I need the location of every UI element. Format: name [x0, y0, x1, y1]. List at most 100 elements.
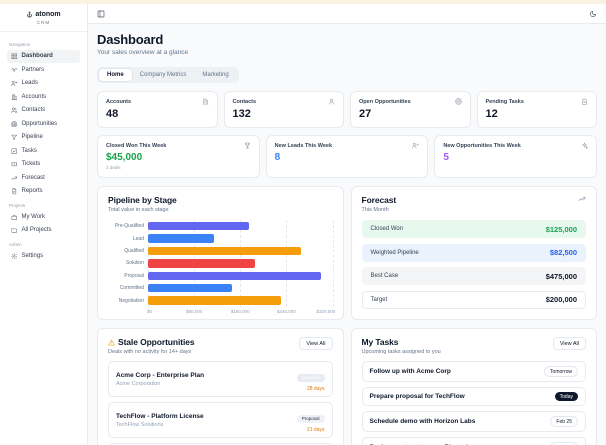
stat-value: 8: [274, 152, 281, 163]
logo: atonom CRM: [0, 4, 87, 32]
forecast-subtitle: This Month: [361, 207, 389, 213]
trophy-icon: [244, 142, 251, 149]
tab-company-metrics[interactable]: Company Metrics: [132, 69, 195, 81]
due-badge: Tomorrow: [544, 366, 578, 377]
stat-value: 12: [485, 108, 498, 120]
chart-x-tick: $0: [146, 308, 153, 314]
task-item-prepare-proposal[interactable]: Prepare proposal for TechFlow Today: [361, 387, 586, 406]
pipeline-chart-subtitle: Total value in each stage: [108, 207, 169, 213]
tab-marketing[interactable]: Marketing: [194, 69, 236, 81]
stat-label: Contacts: [232, 98, 257, 105]
forecast-title: Forecast: [361, 195, 397, 205]
chart-category-label: Qualified: [124, 247, 144, 254]
stale-days: 21 days: [306, 427, 325, 433]
stale-item-acme[interactable]: Acme Corp - Enterprise Plan Acme Corpora…: [108, 361, 333, 397]
square-check-icon: [11, 148, 18, 155]
stale-title: Stale Opportunities: [118, 337, 195, 347]
chart-line-icon: [11, 175, 18, 182]
chart-category-label: Committed: [119, 285, 144, 292]
pipeline-bar-negotiation: [148, 296, 281, 305]
sidebar-item-label: Opportunities: [21, 120, 58, 127]
task-item-review-contract[interactable]: Review contract terms - Pinnacle Feb 27: [361, 437, 586, 445]
sidebar-item-opportunities[interactable]: Opportunities: [7, 118, 80, 131]
forecast-row-weighted-pipeline: Weighted Pipeline $82,500: [361, 243, 586, 262]
task-item-follow-up[interactable]: Follow up with Acme Corp Tomorrow: [361, 361, 586, 382]
sidebar-item-leads[interactable]: Leads: [7, 77, 80, 90]
tab-home[interactable]: Home: [99, 69, 132, 81]
stat-card-new-leads-week: New Leads This Week 8: [265, 135, 429, 178]
topbar: [88, 4, 606, 24]
sidebar-item-label: Tickets: [21, 161, 41, 168]
sidebar-item-all-projects[interactable]: All Projects: [7, 224, 80, 237]
tasks-subtitle: Upcoming tasks assigned to you: [361, 349, 441, 355]
task-item-schedule-demo[interactable]: Schedule demo with Horizon Labs Feb 25: [361, 411, 586, 432]
sidebar-item-label: Reports: [21, 188, 43, 195]
tasks-title: My Tasks: [361, 337, 399, 347]
target-icon: [11, 120, 18, 128]
stale-item-techflow[interactable]: TechFlow - Platform License TechFlow Sol…: [108, 402, 333, 438]
deal-title: Acme Corp - Enterprise Plan: [116, 371, 205, 379]
sidebar-item-label: Settings: [21, 252, 44, 259]
tasks-view-all-button[interactable]: View All: [552, 337, 586, 350]
stat-label: Pending Tasks: [485, 98, 524, 105]
sidebar-section-navigation: Navigation: [9, 42, 31, 47]
sidebar-item-tasks[interactable]: Tasks: [7, 145, 80, 158]
pipeline-bar-qualified: [148, 246, 301, 256]
pipeline-bar-committed: [148, 283, 232, 293]
alert-triangle-icon: [108, 339, 115, 346]
forecast-row-value: $200,000: [545, 295, 577, 304]
chart-category-label: Pre-Qualified: [114, 223, 144, 230]
sidebar-item-my-work[interactable]: My Work: [7, 211, 80, 224]
theme-toggle-moon-icon[interactable]: [589, 10, 597, 18]
sidebar-item-partners[interactable]: Partners: [7, 64, 80, 77]
sidebar-item-pipeline[interactable]: Pipeline: [7, 131, 80, 144]
forecast-row-label: Best Case: [370, 273, 399, 279]
sidebar-item-reports[interactable]: Reports: [7, 185, 80, 198]
sidebar-item-label: Partners: [21, 66, 45, 73]
sidebar-item-settings[interactable]: Settings: [7, 250, 80, 263]
chart-x-tick: $320,000: [316, 308, 336, 314]
sidebar-section-admin: Admin: [9, 241, 22, 247]
file-text-icon: [11, 188, 18, 195]
sidebar-item-dashboard[interactable]: Dashboard: [7, 50, 80, 63]
stat-card-contacts: Contacts 132: [223, 91, 344, 128]
sidebar-section-projects: Projects: [9, 202, 26, 208]
stat-card-closed-won-week: Closed Won This Week $45,000 3 deals: [97, 135, 260, 178]
logo-icon: [26, 11, 33, 18]
sidebar: atonom CRM Navigation Dashboard Partners…: [0, 4, 88, 445]
sidebar-item-tickets[interactable]: Tickets: [7, 158, 80, 171]
stale-view-all-button[interactable]: View All: [299, 337, 333, 350]
forecast-row-label: Target: [370, 296, 388, 303]
sidebar-item-forecast[interactable]: Forecast: [7, 172, 80, 185]
chart-category-label: Solution: [125, 260, 144, 267]
page-subtitle: Your sales overview at a glance: [97, 49, 189, 56]
sidebar-item-label: My Work: [21, 213, 46, 220]
pipeline-bar-solution: [148, 259, 255, 268]
stage-badge: Proposal: [296, 414, 325, 423]
sidebar-item-label: Pipeline: [21, 134, 43, 141]
forecast-row-label: Closed Won: [370, 226, 404, 232]
dashboard-content: Dashboard Your sales overview at a glanc…: [88, 24, 606, 445]
chart-category-label: Negotiation: [118, 297, 144, 304]
page-title: Dashboard: [97, 32, 164, 47]
target-icon: [454, 98, 462, 105]
sidebar-item-accounts[interactable]: Accounts: [7, 91, 80, 104]
sidebar-item-contacts[interactable]: Contacts: [7, 104, 80, 117]
funnel-icon: [11, 134, 18, 141]
logo-subtext: CRM: [36, 20, 51, 25]
handshake-icon: [11, 67, 18, 74]
pipeline-bar-chart: Pre-Qualified Lead Qualified Solution Propos…: [108, 220, 336, 316]
task-title: Prepare proposal for TechFlow: [369, 393, 465, 400]
my-tasks-panel: My Tasks Upcoming tasks assigned to you …: [350, 328, 597, 445]
stat-value: 27: [359, 108, 372, 120]
forecast-row-closed-won: Closed Won $125,000: [361, 220, 586, 238]
stat-card-open-opportunities: Open Opportunities 27: [350, 91, 471, 128]
deal-company: Acme Corporation: [116, 380, 161, 387]
stat-card-new-opportunities-week: New Opportunities This Week 5: [434, 135, 597, 178]
stale-opportunities-panel: Stale Opportunities Deals with no activi…: [97, 328, 344, 445]
sidebar-toggle-icon[interactable]: [97, 10, 105, 18]
chart-x-tick: $80,000: [185, 308, 203, 314]
due-badge: Feb 25: [550, 416, 578, 427]
stat-label: New Opportunities This Week: [443, 142, 521, 149]
forecast-row-label: Weighted Pipeline: [370, 249, 419, 256]
